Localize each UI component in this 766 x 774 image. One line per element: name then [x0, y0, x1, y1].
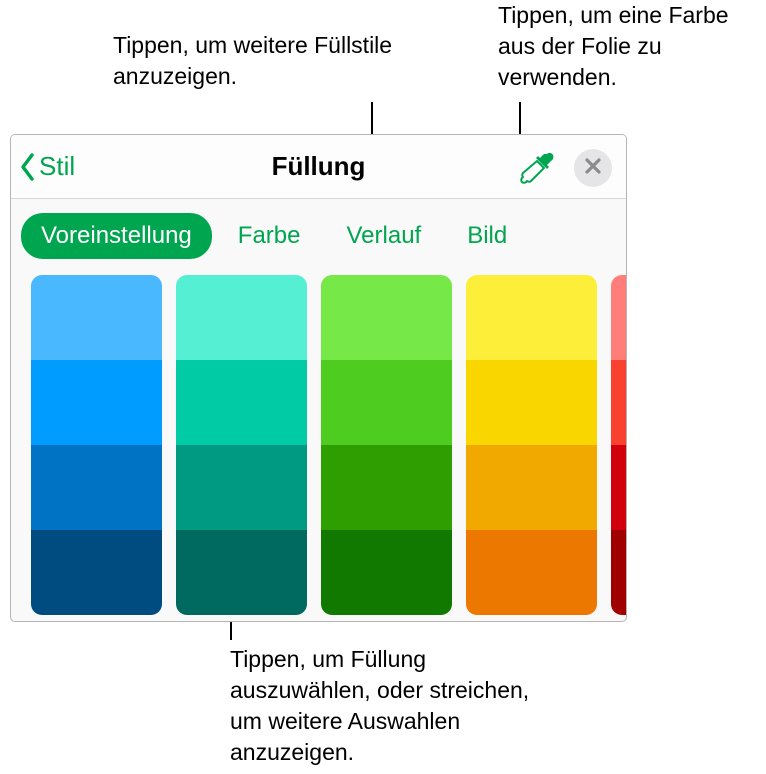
- color-swatch[interactable]: [31, 530, 162, 615]
- swatch-column: [176, 275, 307, 615]
- tab-preset[interactable]: Voreinstellung: [21, 213, 212, 259]
- color-swatch[interactable]: [176, 360, 307, 445]
- color-swatch[interactable]: [176, 275, 307, 360]
- color-swatch[interactable]: [176, 530, 307, 615]
- close-icon: [585, 158, 601, 179]
- color-swatch[interactable]: [31, 275, 162, 360]
- color-swatch[interactable]: [611, 445, 626, 530]
- chevron-left-icon: [19, 152, 37, 182]
- swatch-column: [611, 275, 626, 615]
- color-swatch[interactable]: [611, 275, 626, 360]
- swatch-column: [466, 275, 597, 615]
- color-swatch[interactable]: [611, 360, 626, 445]
- fill-panel: Stil Füllung Voreinstellung Farbe Verlau…: [10, 134, 627, 622]
- eyedropper-button[interactable]: [520, 151, 554, 190]
- panel-title: Füllung: [272, 151, 366, 182]
- color-swatch[interactable]: [466, 275, 597, 360]
- eyedropper-icon: [520, 172, 554, 189]
- swatch-column: [321, 275, 452, 615]
- color-swatch[interactable]: [321, 530, 452, 615]
- back-button[interactable]: Stil: [19, 151, 75, 182]
- color-swatch[interactable]: [466, 445, 597, 530]
- color-swatch[interactable]: [611, 530, 626, 615]
- color-swatch[interactable]: [321, 275, 452, 360]
- color-swatch[interactable]: [31, 445, 162, 530]
- callout-swatch-hint: Tippen, um Füllung auszuwählen, oder str…: [230, 644, 530, 768]
- panel-header: Stil Füllung: [11, 135, 626, 199]
- callout-tabs-hint: Tippen, um weitere Füllstile anzuzeigen.: [113, 30, 393, 92]
- fill-tabs: Voreinstellung Farbe Verlauf Bild: [11, 199, 626, 275]
- tab-image[interactable]: Bild: [447, 213, 527, 259]
- swatch-scroller[interactable]: [11, 275, 626, 622]
- tab-gradient[interactable]: Verlauf: [326, 213, 441, 259]
- tab-color[interactable]: Farbe: [218, 213, 321, 259]
- color-swatch[interactable]: [466, 530, 597, 615]
- callout-eyedropper-hint: Tippen, um eine Farbe aus der Folie zu v…: [498, 0, 758, 93]
- color-swatch[interactable]: [321, 360, 452, 445]
- color-swatch[interactable]: [321, 445, 452, 530]
- swatch-column: [31, 275, 162, 615]
- color-swatch[interactable]: [31, 360, 162, 445]
- color-swatch[interactable]: [176, 445, 307, 530]
- color-swatch[interactable]: [466, 360, 597, 445]
- back-label: Stil: [39, 151, 75, 182]
- close-button[interactable]: [574, 149, 612, 187]
